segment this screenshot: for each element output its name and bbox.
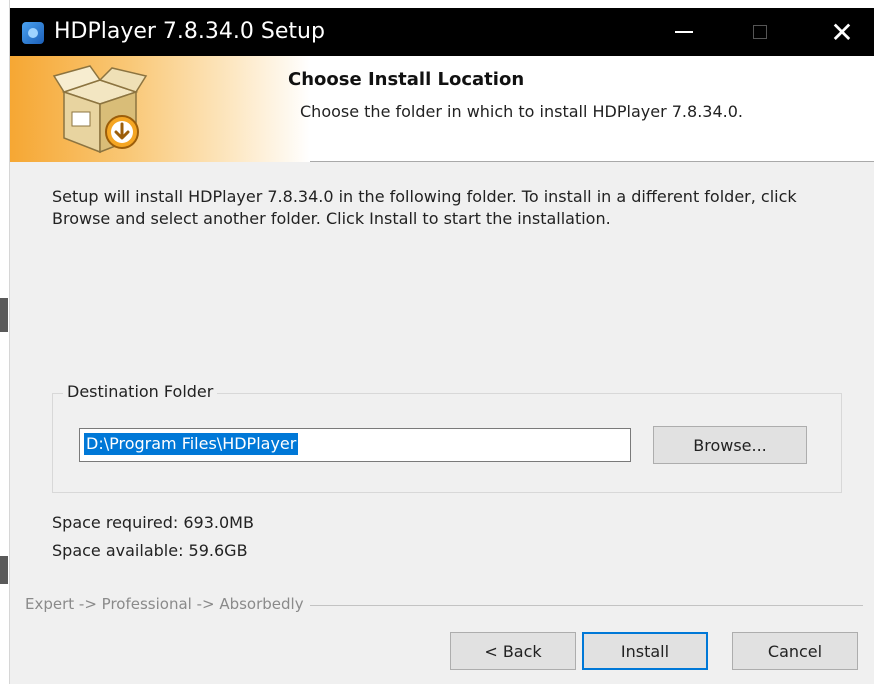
installer-box-icon [52, 65, 148, 154]
minimize-icon [675, 31, 693, 33]
browse-button[interactable]: Browse... [653, 426, 807, 464]
close-icon: ✕ [830, 15, 854, 49]
close-button[interactable]: ✕ [810, 8, 874, 56]
background-window-edge [0, 0, 10, 684]
space-required-text: Space required: 693.0MB [52, 513, 254, 532]
maximize-icon [753, 25, 767, 39]
app-icon [22, 22, 44, 44]
install-path-input[interactable]: D:\Program Files\HDPlayer [79, 428, 631, 462]
title-bar[interactable]: HDPlayer 7.8.34.0 Setup ✕ [10, 8, 874, 56]
install-button[interactable]: Install [582, 632, 708, 670]
background-edge-mark [0, 556, 8, 584]
space-available-text: Space available: 59.6GB [52, 541, 248, 560]
minimize-button[interactable] [652, 8, 716, 56]
destination-folder-group: Destination Folder D:\Program Files\HDPl… [52, 382, 842, 493]
cancel-button[interactable]: Cancel [732, 632, 858, 670]
wizard-header: Choose Install Location Choose the folde… [10, 56, 874, 162]
install-description: Setup will install HDPlayer 7.8.34.0 in … [52, 187, 797, 228]
install-path-value: D:\Program Files\HDPlayer [84, 433, 299, 455]
page-title: Choose Install Location [288, 69, 525, 90]
branding-text: Expert -> Professional -> Absorbedly [25, 595, 310, 613]
destination-folder-label: Destination Folder [63, 382, 218, 401]
setup-window: HDPlayer 7.8.34.0 Setup ✕ Choose Install… [10, 8, 874, 684]
page-subtitle: Choose the folder in which to install HD… [300, 102, 743, 121]
back-button[interactable]: < Back [450, 632, 576, 670]
maximize-button[interactable] [728, 8, 792, 56]
window-title: HDPlayer 7.8.34.0 Setup [54, 19, 325, 44]
background-edge-mark [0, 298, 8, 332]
